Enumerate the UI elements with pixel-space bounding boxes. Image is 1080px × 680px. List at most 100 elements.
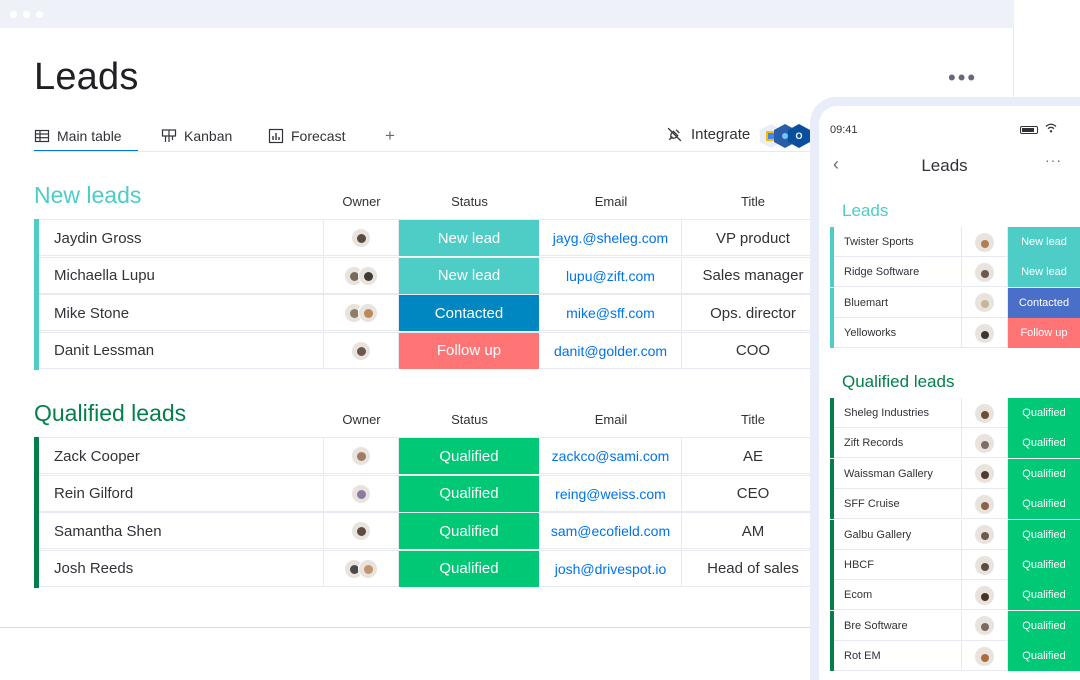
owner-cell[interactable] (324, 295, 399, 331)
owner-cell[interactable] (324, 220, 399, 256)
email-link[interactable]: danit@golder.com (540, 332, 682, 369)
group-title-qualified-leads[interactable]: Qualified leads (34, 400, 186, 427)
status-cell[interactable]: Contacted (399, 295, 540, 331)
mobile-status-cell[interactable]: Qualified (1008, 458, 1080, 489)
job-title-cell[interactable]: AE (682, 438, 824, 474)
job-title-cell[interactable]: VP product (682, 220, 824, 256)
email-link[interactable]: lupu@zift.com (540, 257, 682, 294)
table-row[interactable]: Danit Lessman Follow up danit@golder.com CO… (34, 331, 824, 370)
table-row[interactable]: Samantha Shen Qualified sam@ecofield.com AM (34, 512, 824, 550)
owner-cell[interactable] (324, 475, 399, 512)
col-status[interactable]: Status (399, 412, 540, 427)
mobile-group-title-qualified[interactable]: Qualified leads (842, 372, 954, 392)
col-owner[interactable]: Owner (324, 412, 399, 427)
lead-name-cell[interactable]: Mike Stone (39, 295, 324, 331)
col-email[interactable]: Email (540, 194, 682, 209)
group-title-new-leads[interactable]: New leads (34, 182, 141, 209)
mobile-row[interactable]: Waissman Gallery Qualified (830, 458, 1080, 489)
avatar[interactable] (975, 464, 994, 484)
avatar[interactable] (975, 433, 994, 453)
avatar[interactable] (975, 494, 994, 514)
table-row[interactable]: Michaella Lupu New lead lupu@zift.com Sales… (34, 256, 824, 295)
status-cell[interactable]: Follow up (399, 332, 540, 369)
mobile-owner-cell[interactable] (962, 641, 1008, 672)
owner-cell[interactable] (324, 438, 399, 474)
owner-cell[interactable] (324, 257, 399, 294)
mobile-owner-cell[interactable] (962, 489, 1008, 520)
tab-forecast[interactable]: Forecast (268, 122, 345, 150)
avatar[interactable] (351, 521, 371, 541)
more-options-icon[interactable]: ••• (948, 67, 977, 89)
mobile-row[interactable]: Zift Records Qualified (830, 428, 1080, 459)
email-link[interactable]: josh@drivespot.io (540, 550, 682, 587)
mobile-status-cell[interactable]: Contacted (1008, 287, 1080, 318)
avatar[interactable] (351, 228, 371, 248)
mobile-status-cell[interactable]: Qualified (1008, 519, 1080, 550)
mobile-owner-cell[interactable] (962, 458, 1008, 489)
mobile-status-cell[interactable]: Follow up (1008, 318, 1080, 349)
owner-cell[interactable] (324, 513, 399, 549)
mobile-owner-cell[interactable] (962, 257, 1008, 288)
table-row[interactable]: Jaydin Gross New lead jayg.@sheleg.com VP p… (34, 219, 824, 257)
email-link[interactable]: jayg.@sheleg.com (540, 220, 682, 256)
mobile-owner-cell[interactable] (962, 318, 1008, 349)
col-title[interactable]: Title (682, 412, 824, 427)
avatar[interactable] (975, 262, 994, 282)
avatar[interactable] (358, 558, 378, 579)
table-row[interactable]: Rein Gilford Qualified reing@weiss.com CEO (34, 474, 824, 513)
avatar[interactable] (351, 446, 371, 466)
avatar[interactable] (358, 265, 378, 286)
avatar[interactable] (358, 303, 378, 323)
email-link[interactable]: sam@ecofield.com (540, 513, 682, 549)
integrate-button[interactable]: Integrate (666, 126, 750, 143)
tab-main-table[interactable]: Main table (34, 122, 122, 150)
col-title[interactable]: Title (682, 194, 824, 209)
mobile-row[interactable]: SFF Cruise Qualified (830, 489, 1080, 520)
mobile-group-title-leads[interactable]: Leads (842, 201, 888, 221)
avatar[interactable] (351, 483, 371, 504)
lead-name-cell[interactable]: Samantha Shen (39, 513, 324, 549)
status-cell[interactable]: Qualified (399, 475, 540, 512)
table-row[interactable]: Josh Reeds Qualified josh@drivespot.io Head… (34, 549, 824, 588)
col-status[interactable]: Status (399, 194, 540, 209)
job-title-cell[interactable]: Head of sales (682, 551, 824, 587)
mobile-row[interactable]: Galbu Gallery Qualified (830, 519, 1080, 550)
lead-name-cell[interactable]: Jaydin Gross (39, 220, 324, 256)
mobile-owner-cell[interactable] (962, 610, 1008, 641)
mobile-owner-cell[interactable] (962, 519, 1008, 550)
job-title-cell[interactable]: COO (682, 333, 824, 369)
avatar[interactable] (351, 340, 371, 361)
mobile-owner-cell[interactable] (962, 550, 1008, 580)
lead-name-cell[interactable]: Danit Lessman (39, 332, 324, 369)
status-cell[interactable]: Qualified (399, 550, 540, 587)
job-title-cell[interactable]: Ops. director (682, 295, 824, 331)
avatar[interactable] (975, 293, 994, 313)
mobile-row[interactable]: Yelloworks Follow up (830, 318, 1080, 349)
mobile-owner-cell[interactable] (962, 227, 1008, 257)
email-link[interactable]: reing@weiss.com (540, 475, 682, 512)
status-cell[interactable]: New lead (399, 220, 540, 256)
avatar[interactable] (975, 232, 994, 252)
status-cell[interactable]: Qualified (399, 438, 540, 474)
mobile-row[interactable]: Ecom Qualified (830, 580, 1080, 611)
mobile-row[interactable]: Sheleg Industries Qualified (830, 398, 1080, 428)
mobile-row[interactable]: HBCF Qualified (830, 550, 1080, 580)
mobile-row[interactable]: Rot EM Qualified (830, 641, 1080, 672)
avatar[interactable] (975, 403, 994, 423)
table-row[interactable]: Zack Cooper Qualified zackco@sami.com AE (34, 437, 824, 475)
mobile-status-cell[interactable]: Qualified (1008, 398, 1080, 428)
mobile-owner-cell[interactable] (962, 428, 1008, 459)
mobile-status-cell[interactable]: Qualified (1008, 550, 1080, 580)
job-title-cell[interactable]: AM (682, 513, 824, 549)
mobile-status-cell[interactable]: Qualified (1008, 428, 1080, 459)
tab-kanban[interactable]: Kanban (161, 122, 232, 150)
avatar[interactable] (975, 323, 994, 343)
status-cell[interactable]: New lead (399, 257, 540, 294)
status-cell[interactable]: Qualified (399, 513, 540, 549)
avatar[interactable] (975, 525, 994, 545)
mobile-status-cell[interactable]: Qualified (1008, 641, 1080, 672)
avatar[interactable] (975, 646, 994, 666)
owner-cell[interactable] (324, 550, 399, 587)
email-link[interactable]: zackco@sami.com (540, 438, 682, 474)
lead-name-cell[interactable]: Michaella Lupu (39, 257, 324, 294)
